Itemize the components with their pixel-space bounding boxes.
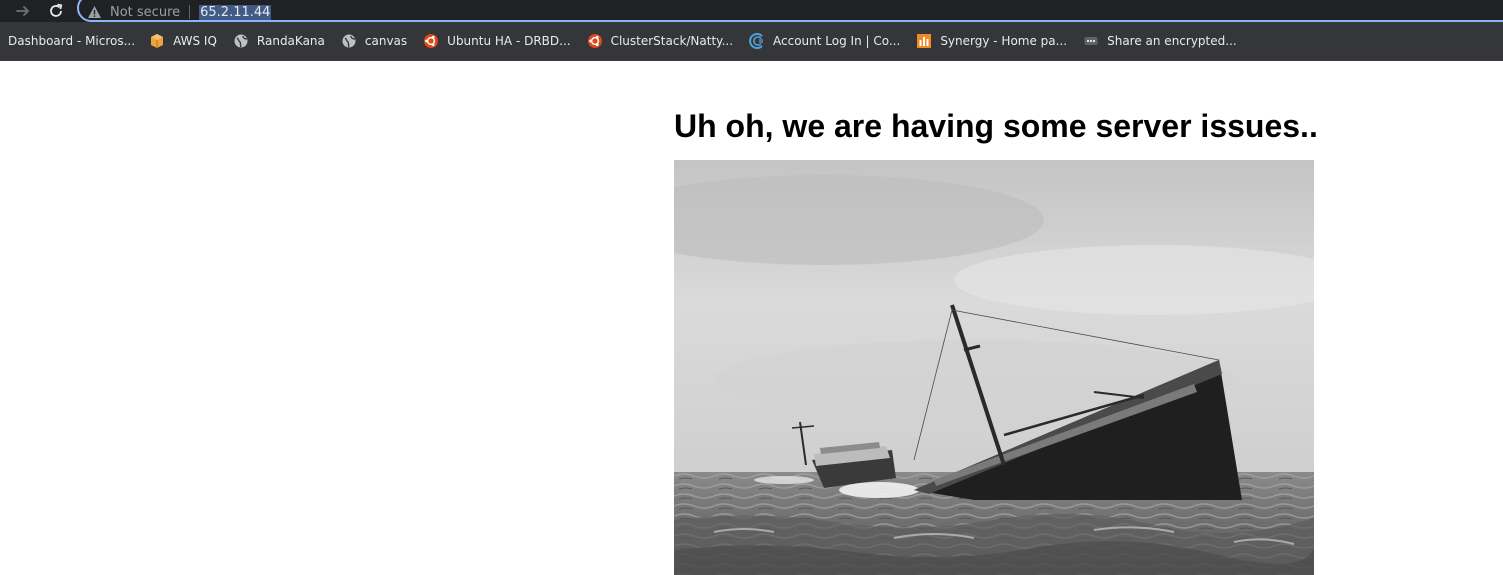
bookmark-clusterstack[interactable]: ClusterStack/Natty...	[579, 27, 741, 55]
synergy-icon	[917, 34, 932, 48]
bookmark-label: AWS IQ	[173, 34, 217, 48]
forward-arrow-icon	[16, 6, 30, 16]
browser-toolbar: Not secure 65.2.11.44	[0, 0, 1503, 22]
bookmark-label: Share an encrypted...	[1107, 34, 1237, 48]
bookmark-canvas[interactable]: canvas	[333, 27, 415, 55]
globe-icon	[342, 34, 356, 48]
bookmarks-bar: Dashboard - Micros... AWS IQ RandaKana c…	[0, 22, 1503, 61]
forward-button[interactable]	[10, 0, 36, 22]
reload-button[interactable]	[43, 0, 69, 22]
bookmark-aws-iq[interactable]: AWS IQ	[141, 27, 225, 55]
bookmark-label: RandaKana	[256, 34, 325, 48]
warning-triangle-icon	[88, 6, 101, 18]
bookmark-label: canvas	[364, 34, 408, 48]
aws-iq-icon	[151, 34, 164, 48]
bookmark-randakana[interactable]: RandaKana	[225, 27, 333, 55]
bookmark-synergy[interactable]: Synergy - Home pa...	[908, 27, 1075, 55]
page-heading: Uh oh, we are having some server issues.…	[674, 108, 1318, 144]
reload-icon	[50, 3, 63, 17]
bookmark-label: ClusterStack/Natty...	[610, 34, 734, 48]
bookmark-dashboard[interactable]: Dashboard - Micros...	[0, 27, 141, 55]
address-divider	[189, 5, 191, 19]
ubuntu-icon	[424, 34, 439, 48]
globe-icon	[234, 34, 248, 48]
address-bar[interactable]: Not secure 65.2.11.44	[77, 0, 1503, 22]
url-text[interactable]: 65.2.11.44	[199, 4, 272, 20]
account-icon	[749, 33, 764, 49]
bookmark-label: Synergy - Home pa...	[940, 34, 1068, 48]
bookmark-account-login[interactable]: Account Log In | Co...	[741, 27, 908, 55]
sinking-ship-photo	[674, 160, 1314, 575]
bookmark-share-encrypted[interactable]: Share an encrypted...	[1075, 27, 1245, 55]
ubuntu-icon	[587, 34, 602, 48]
bookmark-label: Account Log In | Co...	[773, 34, 901, 48]
bookmark-ubuntu-ha[interactable]: Ubuntu HA - DRBD...	[415, 27, 578, 55]
encrypted-share-icon	[1084, 37, 1098, 45]
bookmark-label: Dashboard - Micros...	[8, 34, 136, 48]
security-status-label[interactable]: Not secure	[110, 5, 180, 20]
bookmark-label: Ubuntu HA - DRBD...	[447, 34, 571, 48]
